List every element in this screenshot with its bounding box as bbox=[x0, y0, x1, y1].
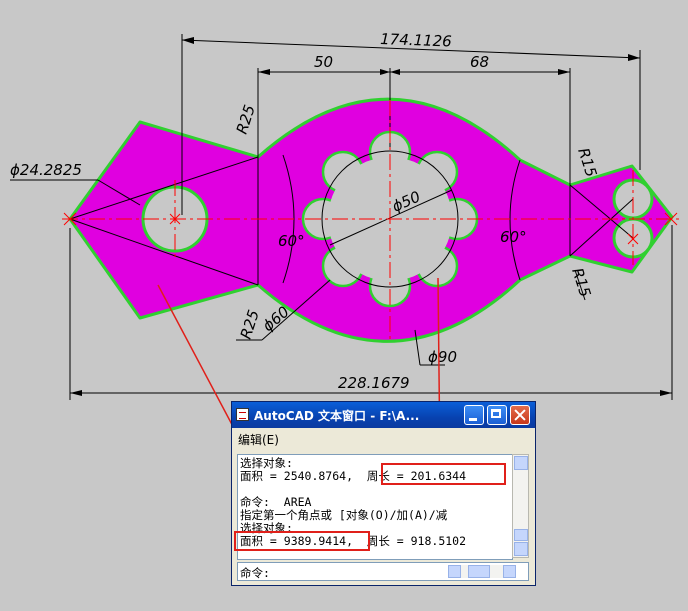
scroll-left-icon[interactable] bbox=[448, 565, 461, 578]
maximize-icon[interactable] bbox=[487, 405, 507, 425]
command-line[interactable]: 命令: bbox=[237, 562, 529, 581]
window-title: AutoCAD 文本窗口 - F:\A... bbox=[254, 409, 420, 423]
autocad-text-window[interactable]: AutoCAD 文本窗口 - F:\A... 编辑(E) 选择对象: 面积 = … bbox=[231, 401, 536, 586]
title-bar[interactable]: AutoCAD 文本窗口 - F:\A... bbox=[232, 402, 535, 428]
dim-hole-diameter: ϕ24.2825 bbox=[10, 161, 82, 179]
dim-radius-right-bottom: R15 bbox=[568, 266, 594, 300]
dim-radius-left-top: R25 bbox=[233, 103, 259, 137]
dim-angle-left: 60° bbox=[278, 232, 305, 250]
highlight-area bbox=[234, 531, 370, 551]
dim-overall-top: 174.1126 bbox=[380, 30, 452, 50]
hscroll-thumb[interactable] bbox=[468, 565, 490, 578]
dim-top-right: 68 bbox=[470, 53, 489, 71]
dim-arc-90: ϕ90 bbox=[428, 348, 457, 366]
scroll-down-icon[interactable] bbox=[514, 542, 528, 556]
minimize-icon[interactable] bbox=[464, 405, 484, 425]
dim-top-left: 50 bbox=[314, 53, 333, 71]
dim-radius-right-top: R15 bbox=[574, 146, 600, 180]
menu-bar: 编辑(E) bbox=[232, 428, 535, 448]
command-prompt: 命令: bbox=[240, 566, 270, 580]
vertical-scrollbar[interactable] bbox=[512, 454, 529, 558]
dim-angle-right: 60° bbox=[500, 228, 527, 246]
window-app-icon[interactable] bbox=[236, 408, 249, 421]
scroll-thumb[interactable] bbox=[514, 529, 528, 541]
menu-edit[interactable]: 编辑(E) bbox=[238, 431, 279, 448]
close-icon[interactable] bbox=[510, 405, 530, 425]
scroll-up-icon[interactable] bbox=[514, 456, 528, 470]
dim-radius-left-bottom: R25 bbox=[237, 308, 263, 342]
drawing-canvas[interactable]: 174.1126 50 68 228.1679 ϕ24.2825 ϕ50 ϕ60… bbox=[0, 0, 688, 607]
horizontal-scrollbar[interactable] bbox=[448, 565, 516, 578]
dim-overall-bottom: 228.1679 bbox=[338, 374, 410, 392]
scroll-right-icon[interactable] bbox=[503, 565, 516, 578]
highlight-perimeter bbox=[381, 463, 506, 485]
